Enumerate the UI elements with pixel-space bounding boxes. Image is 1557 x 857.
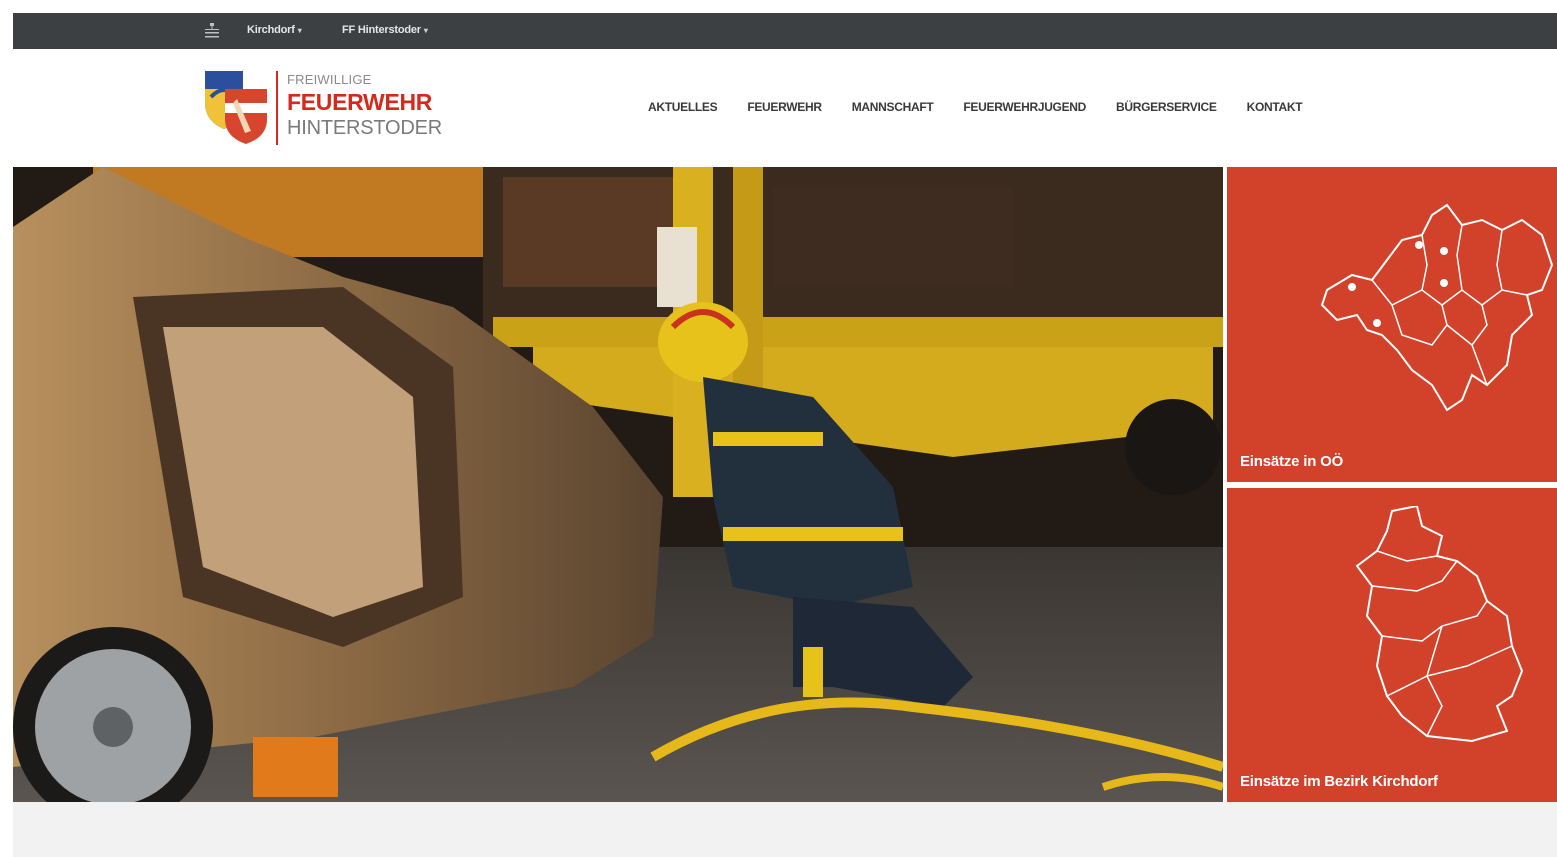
main-nav: AKTUELLES FEUERWEHR MANNSCHAFT FEUERWEHR… (648, 100, 1332, 114)
top-bar: Kirchdorf ▾ FF Hinterstoder ▾ (13, 13, 1557, 49)
sitemap-icon[interactable] (203, 22, 221, 40)
district-map-icon (1355, 506, 1524, 743)
coat-of-arms-icon (205, 71, 267, 144)
logo-line-1: FREIWILLIGE (287, 72, 372, 87)
tile-einsaetze-kirchdorf[interactable]: Einsätze im Bezirk Kirchdorf (1227, 488, 1557, 802)
upper-austria-map-icon (1320, 203, 1554, 412)
nav-item-kontakt[interactable]: KONTAKT (1247, 100, 1303, 114)
nav-item-aktuelles[interactable]: AKTUELLES (648, 100, 718, 114)
tile-label-kirchdorf: Einsätze im Bezirk Kirchdorf (1240, 773, 1438, 790)
station-dropdown[interactable]: FF Hinterstoder ▾ (342, 24, 428, 36)
site-header: FREIWILLIGE FEUERWEHR HINTERSTODER AKTUE… (13, 49, 1557, 167)
district-dropdown-label: Kirchdorf (247, 24, 295, 36)
tile-label-ooe: Einsätze in OÖ (1240, 453, 1344, 470)
site-logo[interactable]: FREIWILLIGE FEUERWEHR HINTERSTODER (203, 69, 463, 149)
hero-image (13, 167, 1223, 802)
station-dropdown-label: FF Hinterstoder (342, 24, 421, 36)
logo-divider (276, 71, 278, 145)
chevron-down-icon: ▾ (297, 26, 302, 35)
logo-line-2: FEUERWEHR (287, 89, 433, 115)
nav-item-feuerwehrjugend[interactable]: FEUERWEHRJUGEND (963, 100, 1086, 114)
district-dropdown[interactable]: Kirchdorf ▾ (247, 24, 302, 36)
nav-item-mannschaft[interactable]: MANNSCHAFT (852, 100, 934, 114)
nav-item-feuerwehr[interactable]: FEUERWEHR (747, 100, 822, 114)
page: Kirchdorf ▾ FF Hinterstoder ▾ FREIWILLIGE … (13, 13, 1557, 857)
content-band (13, 802, 1557, 857)
logo-line-3: HINTERSTODER (287, 117, 443, 139)
tile-einsaetze-ooe[interactable]: Einsätze in OÖ (1227, 167, 1557, 482)
chevron-down-icon: ▾ (423, 26, 428, 35)
nav-item-buergerservice[interactable]: BÜRGERSERVICE (1116, 100, 1217, 114)
hero-photo (13, 167, 1223, 802)
